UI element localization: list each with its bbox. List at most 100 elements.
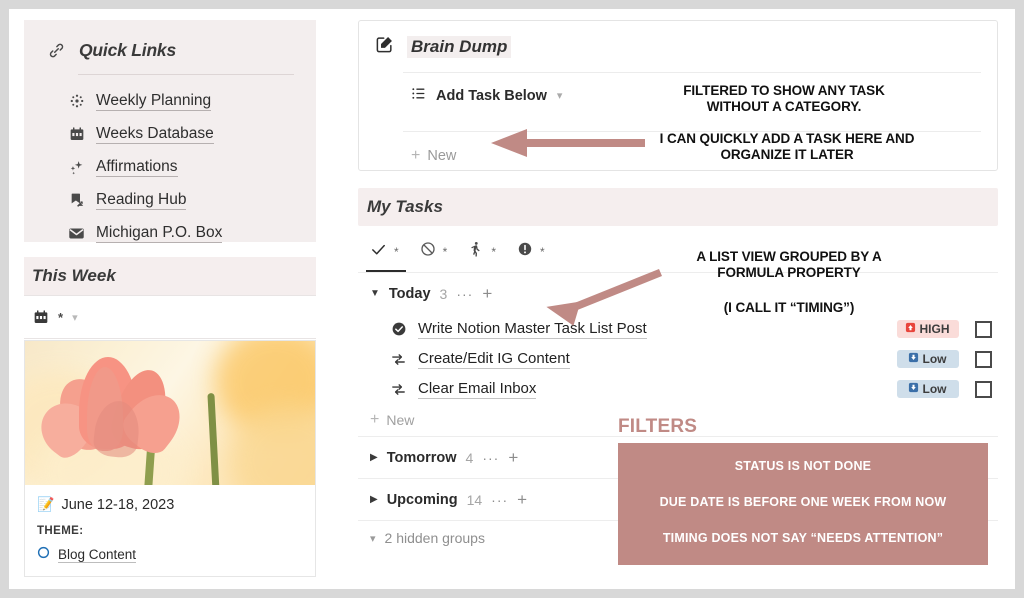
sidebar-item-reading-hub[interactable]: Reading Hub: [68, 186, 294, 214]
task-meta: Low: [897, 374, 998, 404]
status-badge[interactable]: HIGH: [897, 320, 959, 338]
annotation-quick-add-note: I CAN QUICKLY ADD A TASK HERE AND ORGANI…: [637, 131, 937, 164]
no-entry-icon: [420, 241, 436, 262]
annotation-list-view-line1: A LIST VIEW GROUPED BY A: [696, 249, 882, 264]
week-date: June 12-18, 2023: [61, 496, 175, 513]
annotation-filtered-line1: FILTERED TO SHOW ANY TASK: [683, 83, 885, 98]
this-week-title: This Week: [32, 266, 116, 285]
brain-dump-header: Brain Dump: [359, 21, 997, 59]
filters-box: STATUS IS NOT DONE DUE DATE IS BEFORE ON…: [618, 443, 988, 565]
down-arrow-blue-icon: [908, 382, 919, 396]
this-week-panel: This Week * ▾ 📝 June 12-18, 2023 THEME: …: [24, 257, 316, 577]
caret-right-icon[interactable]: ▶: [370, 452, 378, 463]
sidebar-item-label: Reading Hub: [96, 190, 187, 211]
plus-icon: +: [370, 411, 380, 428]
list-icon: [411, 86, 426, 106]
priority-label: HIGH: [919, 322, 950, 336]
task-name: Clear Email Inbox: [418, 379, 537, 400]
this-week-view-star: *: [58, 309, 64, 325]
group-more-icon[interactable]: ···: [491, 492, 508, 508]
status-badge[interactable]: Low: [897, 350, 959, 368]
group-count: 14: [466, 491, 483, 508]
task-checkbox[interactable]: [975, 320, 992, 338]
tulip-photo: [25, 341, 315, 485]
screenshot-root: Quick Links Weekly Planning Weeks Databa…: [0, 0, 1024, 598]
status-badge[interactable]: Low: [897, 380, 959, 398]
annotation-timing-text: (I CALL IT “TIMING”): [723, 300, 855, 315]
group-add-icon[interactable]: +: [517, 491, 527, 508]
group-name: Upcoming: [386, 491, 458, 508]
filter-line-3: TIMING DOES NOT SAY “NEEDS ATTENTION”: [662, 531, 944, 545]
annotation-quick-add-line2: ORGANIZE IT LATER: [720, 147, 854, 163]
chevron-down-icon[interactable]: ▾: [72, 311, 78, 324]
annotation-arrow-quick-add: [491, 129, 645, 157]
task-row[interactable]: Clear Email Inbox Low: [358, 374, 998, 404]
quick-links-panel: Quick Links Weekly Planning Weeks Databa…: [24, 20, 316, 244]
week-card-body: 📝 June 12-18, 2023 THEME: Blog Content: [25, 485, 315, 576]
quick-links-title: Quick Links: [79, 40, 176, 60]
group-more-icon[interactable]: ···: [456, 286, 473, 302]
sidebar-item-label: Affirmations: [96, 157, 178, 178]
priority-label: Low: [922, 382, 947, 396]
week-card[interactable]: 📝 June 12-18, 2023 THEME: Blog Content: [24, 340, 316, 577]
annotation-filtered-line2: WITHOUT A CATEGORY.: [706, 99, 862, 115]
group-add-icon[interactable]: +: [508, 449, 518, 466]
brain-dump-new-label: New: [427, 147, 457, 164]
sidebar-item-affirmations[interactable]: Affirmations: [68, 153, 294, 181]
tab-no-entry[interactable]: *: [420, 231, 448, 272]
group-name: Today: [388, 285, 431, 302]
caret-down-icon[interactable]: ▼: [370, 288, 380, 299]
tab-star: *: [394, 244, 399, 259]
tab-exclamation[interactable]: *: [517, 231, 545, 272]
tab-star: *: [442, 244, 448, 259]
sidebar-item-label: Weeks Database: [96, 124, 214, 145]
annotation-timing-note: (I CALL IT “TIMING”): [649, 300, 929, 316]
chevron-down-icon: ▾: [370, 532, 376, 545]
task-meta: HIGH: [897, 314, 998, 344]
group-count: 4: [465, 449, 474, 466]
tab-star: *: [491, 244, 497, 259]
sparkles-icon: [68, 159, 85, 176]
task-name: Create/Edit IG Content: [418, 349, 570, 370]
group-count: 3: [439, 285, 448, 302]
up-arrow-red-icon: [905, 322, 916, 336]
left-column: Quick Links Weekly Planning Weeks Databa…: [24, 20, 316, 577]
sidebar-item-michigan-po-box[interactable]: Michigan P.O. Box: [68, 219, 294, 247]
filter-line-2: DUE DATE IS BEFORE ONE WEEK FROM NOW: [659, 495, 947, 509]
hidden-groups-label: 2 hidden groups: [384, 530, 485, 546]
exclamation-circle-icon: [517, 241, 533, 262]
this-week-toolbar[interactable]: * ▾: [24, 296, 316, 338]
caret-right-icon[interactable]: ▶: [370, 494, 378, 505]
quick-links-header: Quick Links: [46, 40, 294, 61]
this-week-toolbar-divider: [24, 338, 316, 339]
annotation-list-view-line2: FORMULA PROPERTY: [717, 265, 861, 281]
person-walking-icon: [468, 241, 484, 262]
check-circle-filled-icon: [390, 321, 407, 337]
recurring-icon: [390, 381, 407, 398]
sidebar-item-weekly-planning[interactable]: Weekly Planning: [68, 87, 294, 115]
quick-links-list: Weekly Planning Weeks Database Affirmati…: [46, 87, 294, 247]
chevron-down-icon[interactable]: ▾: [557, 89, 563, 102]
group-more-icon[interactable]: ···: [482, 450, 499, 466]
tab-person-walking[interactable]: *: [468, 231, 496, 272]
add-task-below-label: Add Task Below: [436, 87, 547, 104]
week-date-row: 📝 June 12-18, 2023: [37, 496, 303, 513]
tab-checkmark[interactable]: *: [370, 231, 399, 272]
down-arrow-blue-icon: [908, 352, 919, 366]
my-tasks-title-bar: My Tasks: [358, 188, 998, 226]
theme-row[interactable]: Blog Content: [37, 546, 303, 564]
group-add-icon[interactable]: +: [482, 285, 492, 302]
task-checkbox[interactable]: [975, 380, 992, 398]
sidebar-item-weeks-database[interactable]: Weeks Database: [68, 120, 294, 148]
notion-page: Quick Links Weekly Planning Weeks Databa…: [9, 9, 1015, 589]
task-checkbox[interactable]: [975, 350, 992, 368]
task-row[interactable]: Write Notion Master Task List Post HIGH: [358, 314, 998, 344]
task-meta: Low: [897, 344, 998, 374]
calendar-icon: [32, 309, 49, 326]
task-row[interactable]: Create/Edit IG Content Low: [358, 344, 998, 374]
bookmark-arrow-icon: [68, 192, 85, 209]
sidebar-item-label: Weekly Planning: [96, 91, 212, 112]
brain-dump-title: Brain Dump: [407, 36, 512, 58]
active-tab-underline: [366, 269, 406, 272]
annotation-arrow-list-view: [546, 269, 662, 326]
